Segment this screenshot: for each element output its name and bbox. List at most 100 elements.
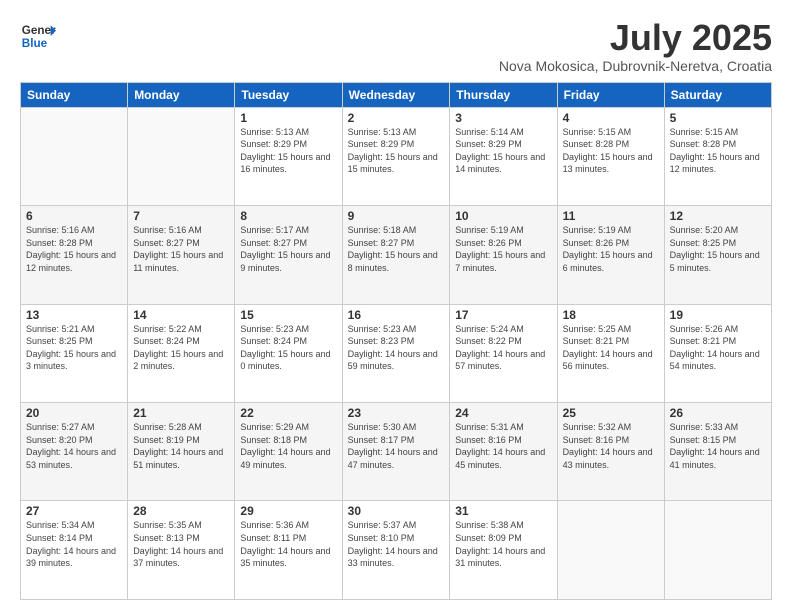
day-number: 7	[133, 209, 229, 223]
calendar-cell: 22Sunrise: 5:29 AM Sunset: 8:18 PM Dayli…	[235, 403, 342, 501]
weekday-header-friday: Friday	[557, 82, 664, 107]
calendar-cell	[664, 501, 771, 600]
calendar-cell: 15Sunrise: 5:23 AM Sunset: 8:24 PM Dayli…	[235, 304, 342, 402]
calendar-cell: 6Sunrise: 5:16 AM Sunset: 8:28 PM Daylig…	[21, 206, 128, 304]
day-number: 27	[26, 504, 122, 518]
day-number: 6	[26, 209, 122, 223]
subtitle: Nova Mokosica, Dubrovnik-Neretva, Croati…	[499, 58, 772, 74]
day-number: 13	[26, 308, 122, 322]
calendar-cell: 25Sunrise: 5:32 AM Sunset: 8:16 PM Dayli…	[557, 403, 664, 501]
day-info: Sunrise: 5:17 AM Sunset: 8:27 PM Dayligh…	[240, 224, 336, 274]
day-info: Sunrise: 5:22 AM Sunset: 8:24 PM Dayligh…	[133, 323, 229, 373]
day-number: 25	[563, 406, 659, 420]
day-info: Sunrise: 5:14 AM Sunset: 8:29 PM Dayligh…	[455, 126, 551, 176]
day-info: Sunrise: 5:35 AM Sunset: 8:13 PM Dayligh…	[133, 519, 229, 569]
day-number: 9	[348, 209, 445, 223]
day-info: Sunrise: 5:19 AM Sunset: 8:26 PM Dayligh…	[455, 224, 551, 274]
day-info: Sunrise: 5:13 AM Sunset: 8:29 PM Dayligh…	[240, 126, 336, 176]
day-number: 29	[240, 504, 336, 518]
calendar-cell: 10Sunrise: 5:19 AM Sunset: 8:26 PM Dayli…	[450, 206, 557, 304]
day-number: 22	[240, 406, 336, 420]
day-info: Sunrise: 5:28 AM Sunset: 8:19 PM Dayligh…	[133, 421, 229, 471]
calendar-cell: 27Sunrise: 5:34 AM Sunset: 8:14 PM Dayli…	[21, 501, 128, 600]
calendar-cell: 26Sunrise: 5:33 AM Sunset: 8:15 PM Dayli…	[664, 403, 771, 501]
calendar-cell: 30Sunrise: 5:37 AM Sunset: 8:10 PM Dayli…	[342, 501, 450, 600]
day-number: 11	[563, 209, 659, 223]
day-info: Sunrise: 5:32 AM Sunset: 8:16 PM Dayligh…	[563, 421, 659, 471]
calendar-cell: 3Sunrise: 5:14 AM Sunset: 8:29 PM Daylig…	[450, 107, 557, 205]
header: General Blue July 2025 Nova Mokosica, Du…	[20, 18, 772, 74]
calendar-cell: 4Sunrise: 5:15 AM Sunset: 8:28 PM Daylig…	[557, 107, 664, 205]
week-row-5: 27Sunrise: 5:34 AM Sunset: 8:14 PM Dayli…	[21, 501, 772, 600]
day-number: 18	[563, 308, 659, 322]
day-number: 23	[348, 406, 445, 420]
calendar-cell: 2Sunrise: 5:13 AM Sunset: 8:29 PM Daylig…	[342, 107, 450, 205]
weekday-header-row: SundayMondayTuesdayWednesdayThursdayFrid…	[21, 82, 772, 107]
day-number: 21	[133, 406, 229, 420]
day-info: Sunrise: 5:16 AM Sunset: 8:28 PM Dayligh…	[26, 224, 122, 274]
calendar-cell: 20Sunrise: 5:27 AM Sunset: 8:20 PM Dayli…	[21, 403, 128, 501]
day-info: Sunrise: 5:27 AM Sunset: 8:20 PM Dayligh…	[26, 421, 122, 471]
day-info: Sunrise: 5:20 AM Sunset: 8:25 PM Dayligh…	[670, 224, 766, 274]
day-info: Sunrise: 5:23 AM Sunset: 8:24 PM Dayligh…	[240, 323, 336, 373]
calendar-cell: 11Sunrise: 5:19 AM Sunset: 8:26 PM Dayli…	[557, 206, 664, 304]
calendar: SundayMondayTuesdayWednesdayThursdayFrid…	[20, 82, 772, 600]
day-number: 5	[670, 111, 766, 125]
day-info: Sunrise: 5:18 AM Sunset: 8:27 PM Dayligh…	[348, 224, 445, 274]
calendar-cell: 5Sunrise: 5:15 AM Sunset: 8:28 PM Daylig…	[664, 107, 771, 205]
day-info: Sunrise: 5:37 AM Sunset: 8:10 PM Dayligh…	[348, 519, 445, 569]
calendar-cell: 7Sunrise: 5:16 AM Sunset: 8:27 PM Daylig…	[128, 206, 235, 304]
day-info: Sunrise: 5:38 AM Sunset: 8:09 PM Dayligh…	[455, 519, 551, 569]
calendar-cell: 28Sunrise: 5:35 AM Sunset: 8:13 PM Dayli…	[128, 501, 235, 600]
day-number: 28	[133, 504, 229, 518]
day-number: 1	[240, 111, 336, 125]
calendar-cell	[557, 501, 664, 600]
day-number: 31	[455, 504, 551, 518]
week-row-4: 20Sunrise: 5:27 AM Sunset: 8:20 PM Dayli…	[21, 403, 772, 501]
day-number: 16	[348, 308, 445, 322]
day-info: Sunrise: 5:15 AM Sunset: 8:28 PM Dayligh…	[670, 126, 766, 176]
calendar-cell: 13Sunrise: 5:21 AM Sunset: 8:25 PM Dayli…	[21, 304, 128, 402]
day-number: 26	[670, 406, 766, 420]
calendar-cell: 17Sunrise: 5:24 AM Sunset: 8:22 PM Dayli…	[450, 304, 557, 402]
calendar-cell: 31Sunrise: 5:38 AM Sunset: 8:09 PM Dayli…	[450, 501, 557, 600]
day-info: Sunrise: 5:30 AM Sunset: 8:17 PM Dayligh…	[348, 421, 445, 471]
calendar-cell: 21Sunrise: 5:28 AM Sunset: 8:19 PM Dayli…	[128, 403, 235, 501]
day-info: Sunrise: 5:29 AM Sunset: 8:18 PM Dayligh…	[240, 421, 336, 471]
weekday-header-tuesday: Tuesday	[235, 82, 342, 107]
day-info: Sunrise: 5:16 AM Sunset: 8:27 PM Dayligh…	[133, 224, 229, 274]
main-title: July 2025	[499, 18, 772, 58]
day-info: Sunrise: 5:19 AM Sunset: 8:26 PM Dayligh…	[563, 224, 659, 274]
day-info: Sunrise: 5:36 AM Sunset: 8:11 PM Dayligh…	[240, 519, 336, 569]
day-info: Sunrise: 5:25 AM Sunset: 8:21 PM Dayligh…	[563, 323, 659, 373]
day-info: Sunrise: 5:33 AM Sunset: 8:15 PM Dayligh…	[670, 421, 766, 471]
day-info: Sunrise: 5:24 AM Sunset: 8:22 PM Dayligh…	[455, 323, 551, 373]
calendar-cell: 1Sunrise: 5:13 AM Sunset: 8:29 PM Daylig…	[235, 107, 342, 205]
page: General Blue July 2025 Nova Mokosica, Du…	[0, 0, 792, 612]
logo: General Blue	[20, 18, 56, 54]
calendar-cell: 24Sunrise: 5:31 AM Sunset: 8:16 PM Dayli…	[450, 403, 557, 501]
day-number: 8	[240, 209, 336, 223]
calendar-cell: 12Sunrise: 5:20 AM Sunset: 8:25 PM Dayli…	[664, 206, 771, 304]
day-info: Sunrise: 5:15 AM Sunset: 8:28 PM Dayligh…	[563, 126, 659, 176]
day-number: 14	[133, 308, 229, 322]
calendar-cell: 16Sunrise: 5:23 AM Sunset: 8:23 PM Dayli…	[342, 304, 450, 402]
calendar-cell	[21, 107, 128, 205]
day-number: 30	[348, 504, 445, 518]
weekday-header-monday: Monday	[128, 82, 235, 107]
day-number: 10	[455, 209, 551, 223]
weekday-header-thursday: Thursday	[450, 82, 557, 107]
week-row-3: 13Sunrise: 5:21 AM Sunset: 8:25 PM Dayli…	[21, 304, 772, 402]
calendar-cell	[128, 107, 235, 205]
week-row-2: 6Sunrise: 5:16 AM Sunset: 8:28 PM Daylig…	[21, 206, 772, 304]
day-number: 19	[670, 308, 766, 322]
calendar-cell: 19Sunrise: 5:26 AM Sunset: 8:21 PM Dayli…	[664, 304, 771, 402]
title-block: July 2025 Nova Mokosica, Dubrovnik-Neret…	[499, 18, 772, 74]
day-info: Sunrise: 5:23 AM Sunset: 8:23 PM Dayligh…	[348, 323, 445, 373]
calendar-cell: 14Sunrise: 5:22 AM Sunset: 8:24 PM Dayli…	[128, 304, 235, 402]
calendar-cell: 23Sunrise: 5:30 AM Sunset: 8:17 PM Dayli…	[342, 403, 450, 501]
day-info: Sunrise: 5:34 AM Sunset: 8:14 PM Dayligh…	[26, 519, 122, 569]
calendar-cell: 8Sunrise: 5:17 AM Sunset: 8:27 PM Daylig…	[235, 206, 342, 304]
day-number: 12	[670, 209, 766, 223]
week-row-1: 1Sunrise: 5:13 AM Sunset: 8:29 PM Daylig…	[21, 107, 772, 205]
